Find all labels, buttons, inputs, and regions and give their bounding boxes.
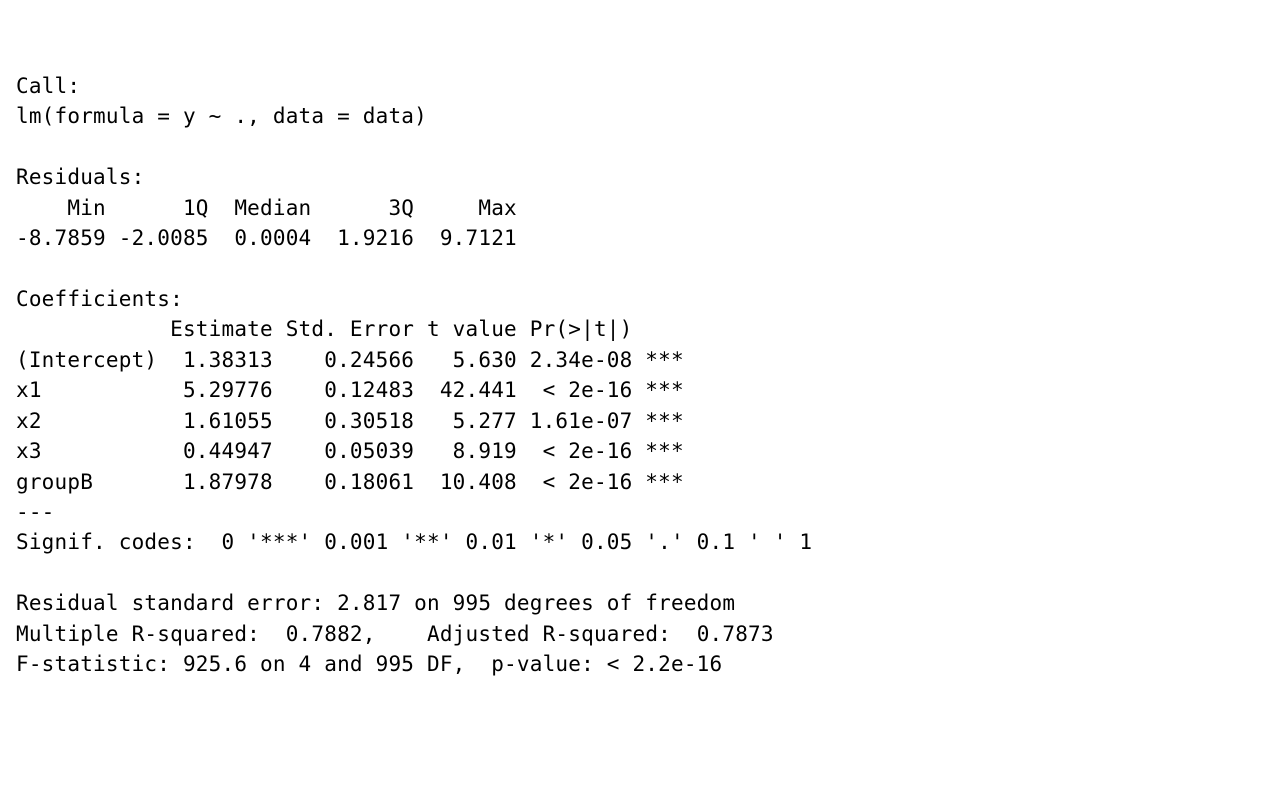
coefficient-row: groupB 1.87978 0.18061 10.408 < 2e-16 **… [16, 470, 684, 494]
coefficient-row: x2 1.61055 0.30518 5.277 1.61e-07 *** [16, 409, 684, 433]
coefficients-header: Estimate Std. Error t value Pr(>|t|) [16, 317, 684, 341]
coefficient-row: x1 5.29776 0.12483 42.441 < 2e-16 *** [16, 378, 684, 402]
coefficients-label: Coefficients: [16, 287, 183, 311]
call-label: Call: [16, 74, 80, 98]
residual-standard-error: Residual standard error: 2.817 on 995 de… [16, 591, 735, 615]
residuals-header: Min 1Q Median 3Q Max [16, 196, 530, 220]
coefficient-row: (Intercept) 1.38313 0.24566 5.630 2.34e-… [16, 348, 684, 372]
f-statistic: F-statistic: 925.6 on 4 and 995 DF, p-va… [16, 652, 722, 676]
coefficient-row: x3 0.44947 0.05039 8.919 < 2e-16 *** [16, 439, 684, 463]
residuals-values: -8.7859 -2.0085 0.0004 1.9216 9.7121 [16, 226, 530, 250]
signif-codes: Signif. codes: 0 '***' 0.001 '**' 0.01 '… [16, 530, 812, 554]
call-formula: lm(formula = y ~ ., data = data) [16, 104, 427, 128]
r-squared: Multiple R-squared: 0.7882, Adjusted R-s… [16, 622, 787, 646]
residuals-label: Residuals: [16, 165, 144, 189]
separator: --- [16, 500, 55, 524]
